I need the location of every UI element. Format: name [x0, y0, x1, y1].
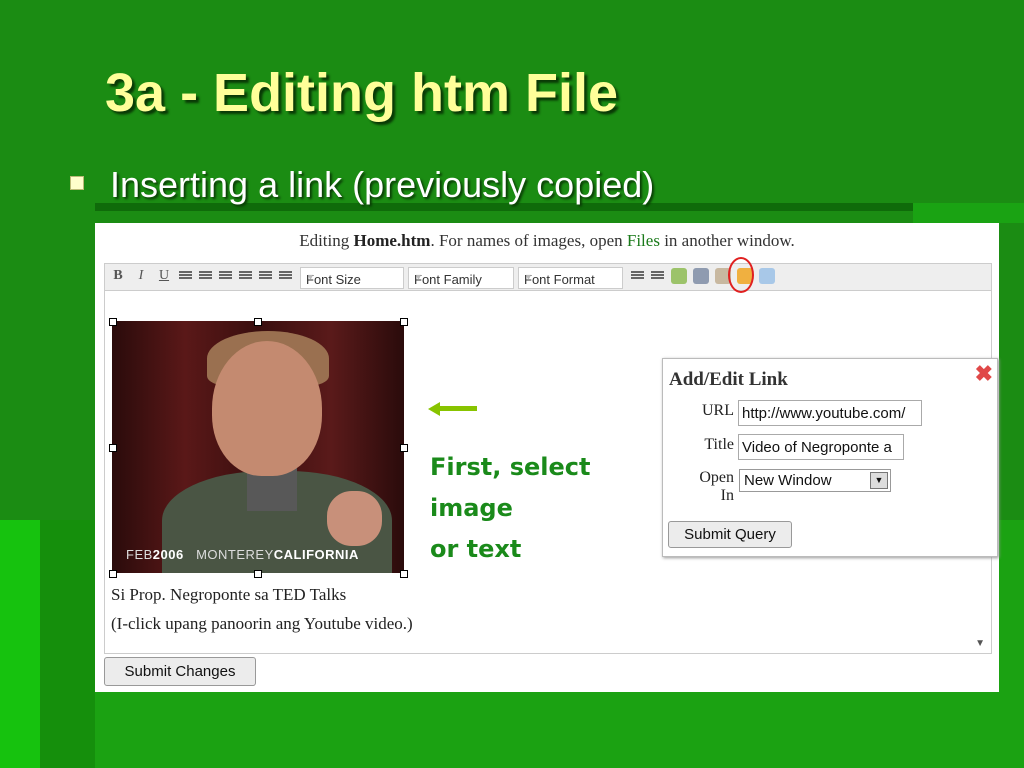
resize-handle[interactable]: [400, 318, 408, 326]
edit-html-icon[interactable]: [671, 268, 687, 284]
slide-title: 3a - Editing htm File: [105, 63, 619, 123]
font-family-select[interactable]: Font Family ▼: [408, 267, 514, 289]
editor-toolbar: B I U Font Size ▼ Font Family ▼ Font Forma…: [104, 263, 992, 290]
resize-handle[interactable]: [109, 318, 117, 326]
unordered-list-icon[interactable]: [279, 271, 292, 282]
decorative-strip: [0, 520, 40, 768]
underline-button[interactable]: U: [157, 268, 171, 284]
align-left-icon[interactable]: [179, 271, 192, 282]
arrow-shaft: [440, 406, 477, 411]
indent-icon[interactable]: [651, 271, 664, 282]
italic-button[interactable]: I: [134, 268, 148, 284]
url-input[interactable]: http://www.youtube.com/: [738, 400, 922, 426]
arrow-left-icon: [428, 402, 440, 416]
resize-handle[interactable]: [109, 570, 117, 578]
url-label: URL: [702, 402, 734, 419]
resize-handle[interactable]: [254, 570, 262, 578]
close-icon[interactable]: ✖: [975, 361, 993, 387]
dialog-title: Add/Edit Link: [669, 369, 788, 390]
editing-suffix: in another window.: [659, 231, 795, 250]
editing-middle: . For names of images, open: [430, 231, 627, 250]
font-size-select[interactable]: Font Size ▼: [300, 267, 404, 289]
align-center-icon[interactable]: [199, 271, 212, 282]
content-line-2: (I-click upang panoorin ang Youtube vide…: [111, 614, 413, 633]
add-edit-link-dialog: Add/Edit Link ✖ URL http://www.youtube.c…: [662, 358, 998, 557]
resize-handle[interactable]: [254, 318, 262, 326]
editing-prefix: Editing: [299, 231, 354, 250]
highlight-circle: [728, 257, 754, 293]
resize-handle[interactable]: [400, 444, 408, 452]
outdent-icon[interactable]: [631, 271, 644, 282]
photo-caption: FEB2006 MONTEREYCALIFORNIA: [126, 547, 359, 562]
bullet-text: Inserting a link (previously copied): [110, 164, 655, 205]
editing-header: Editing Home.htm. For names of images, o…: [95, 231, 999, 251]
editing-filename: Home.htm: [353, 231, 431, 250]
align-right-icon[interactable]: [219, 271, 232, 282]
bullet-icon: [70, 176, 84, 190]
decorative-strip-dark: [40, 520, 95, 768]
open-in-select[interactable]: New Window ▼: [739, 469, 891, 492]
scroll-down-icon[interactable]: ▼: [975, 638, 985, 649]
decorative-band-right: [913, 203, 1024, 223]
title-label: Title: [704, 436, 734, 453]
annotation-text: First, select image or text: [430, 447, 590, 570]
document-icon[interactable]: [759, 268, 775, 284]
chevron-down-icon[interactable]: ▼: [870, 472, 888, 489]
annotation-line-3: or text: [430, 535, 522, 563]
open-in-label: Open In: [699, 469, 734, 504]
submit-query-button[interactable]: Submit Query: [668, 521, 792, 548]
title-input[interactable]: Video of Negroponte a: [738, 434, 904, 460]
annotation-line-1: First, select: [430, 453, 591, 481]
ordered-list-icon[interactable]: [259, 271, 272, 282]
insert-link-icon[interactable]: [693, 268, 709, 284]
resize-handle[interactable]: [109, 444, 117, 452]
bold-button[interactable]: B: [111, 268, 125, 284]
font-format-select[interactable]: Font Format ▼: [518, 267, 623, 289]
files-link[interactable]: Files: [627, 231, 660, 250]
submit-changes-button[interactable]: Submit Changes: [104, 657, 256, 686]
resize-handle[interactable]: [400, 570, 408, 578]
annotation-line-2: image: [430, 494, 513, 522]
selected-image[interactable]: FEB2006 MONTEREYCALIFORNIA: [112, 321, 404, 573]
content-line-1: Si Prop. Negroponte sa TED Talks: [111, 585, 347, 604]
align-justify-icon[interactable]: [239, 271, 252, 282]
